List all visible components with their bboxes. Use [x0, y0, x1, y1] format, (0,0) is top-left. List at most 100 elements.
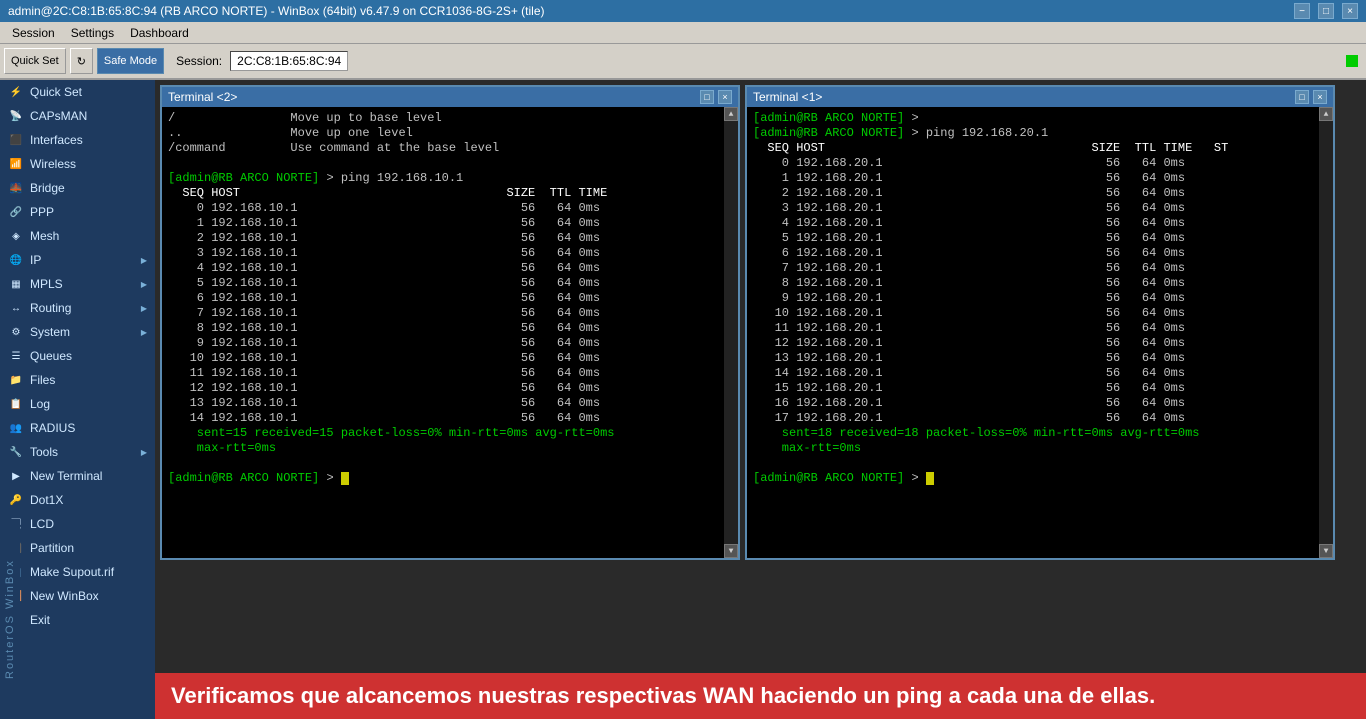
sidebar-item-files[interactable]: 📁Files — [0, 368, 155, 392]
menu-dashboard[interactable]: Dashboard — [122, 24, 197, 42]
sidebar-label-exit: Exit — [30, 613, 50, 627]
sidebar-item-ip[interactable]: 🌐 IP — [0, 248, 155, 272]
titlebar: admin@2C:C8:1B:65:8C:94 (RB ARCO NORTE) … — [0, 0, 1366, 22]
terminal-2-maximize[interactable]: □ — [700, 90, 714, 104]
sidebar-item-mesh[interactable]: ◈ Mesh — [0, 224, 155, 248]
terminal-2-titlebar[interactable]: Terminal <2> □ × — [162, 87, 738, 107]
terminal-1-title: Terminal <1> — [753, 90, 822, 104]
quick-set-button[interactable]: Quick Set — [4, 48, 66, 74]
terminal-2-body[interactable]: / Move up to base level .. Move up one l… — [162, 107, 724, 558]
system-icon: ⚙ — [8, 324, 24, 340]
terminal-1-maximize[interactable]: □ — [1295, 90, 1309, 104]
terminal-1-body[interactable]: [admin@RB ARCO NORTE] > [admin@RB ARCO N… — [747, 107, 1319, 558]
close-button[interactable]: × — [1342, 3, 1358, 19]
wireless-icon: 📶 — [8, 156, 24, 172]
terminal-1-window: Terminal <1> □ × [admin@RB ARCO NORTE] >… — [745, 85, 1335, 560]
toolbar: Quick Set ↻ Safe Mode Session: 2C:C8:1B:… — [0, 44, 1366, 80]
sidebar-item-system[interactable]: ⚙System — [0, 320, 155, 344]
sidebar-item-quick-set[interactable]: ⚡ Quick Set — [0, 80, 155, 104]
interfaces-icon: ⬛ — [8, 132, 24, 148]
sidebar-item-make-supout[interactable]: 📄Make Supout.rif — [0, 560, 155, 584]
sidebar-label-mpls: MPLS — [30, 277, 63, 291]
quick-set-icon: ⚡ — [8, 84, 24, 100]
queues-icon: ☰ — [8, 348, 24, 364]
sidebar-item-tools[interactable]: 🔧 Tools — [0, 440, 155, 464]
sidebar-item-new-winbox[interactable]: 🪟New WinBox — [0, 584, 155, 608]
sidebar-label-partition: Partition — [30, 541, 74, 555]
ip-icon: 🌐 — [8, 252, 24, 268]
sidebar-item-log[interactable]: 📋Log — [0, 392, 155, 416]
routeros-winbox-label: RouterOS WinBox — [0, 519, 20, 719]
terminal-2-close[interactable]: × — [718, 90, 732, 104]
maximize-button[interactable]: □ — [1318, 3, 1334, 19]
mpls-icon: ▦ — [8, 276, 24, 292]
sidebar-label-ip: IP — [30, 253, 41, 267]
new-terminal-icon: ▶ — [8, 468, 24, 484]
minimize-button[interactable]: − — [1294, 3, 1310, 19]
sidebar-item-capsman[interactable]: 📡CAPsMAN — [0, 104, 155, 128]
sidebar-label-new-winbox: New WinBox — [30, 589, 99, 603]
sidebar-label-quick-set: Quick Set — [30, 85, 82, 99]
sidebar-item-mpls[interactable]: ▦ MPLS — [0, 272, 155, 296]
sidebar-item-dot1x[interactable]: 🔑 Dot1X — [0, 488, 155, 512]
scroll-track[interactable] — [724, 121, 738, 544]
sidebar-label-dot1x: Dot1X — [30, 493, 63, 507]
sidebar-item-queues[interactable]: ☰ Queues — [0, 344, 155, 368]
ppp-icon: 🔗 — [8, 204, 24, 220]
sidebar-item-partition[interactable]: 💾Partition — [0, 536, 155, 560]
sidebar-item-lcd[interactable]: 🖥LCD — [0, 512, 155, 536]
sidebar-item-new-terminal[interactable]: ▶ New Terminal — [0, 464, 155, 488]
sidebar-item-exit[interactable]: ✖Exit — [0, 608, 155, 632]
terminal-1-titlebar[interactable]: Terminal <1> □ × — [747, 87, 1333, 107]
sidebar-item-routing[interactable]: ↔ Routing — [0, 296, 155, 320]
sidebar-item-ppp[interactable]: 🔗 PPP — [0, 200, 155, 224]
sidebar-label-make-supout: Make Supout.rif — [30, 565, 114, 579]
scroll-up-button[interactable]: ▲ — [724, 107, 738, 121]
content-area: Terminal <2> □ × / Move up to base level… — [155, 80, 1366, 719]
dot1x-icon: 🔑 — [8, 492, 24, 508]
terminal-2-title: Terminal <2> — [168, 90, 237, 104]
terminal-2-scrollbar[interactable]: ▲ ▼ — [724, 107, 738, 558]
terminal-1-scrollbar[interactable]: ▲ ▼ — [1319, 107, 1333, 558]
safe-mode-button[interactable]: Safe Mode — [97, 48, 164, 74]
log-icon: 📋 — [8, 396, 24, 412]
scroll-track[interactable] — [1319, 121, 1333, 544]
capsman-icon: 📡 — [8, 108, 24, 124]
sidebar-label-radius: RADIUS — [30, 421, 75, 435]
session-label: Session: — [176, 54, 222, 68]
titlebar-controls[interactable]: − □ × — [1294, 3, 1358, 19]
routing-icon: ↔ — [8, 300, 24, 316]
scroll-up-button[interactable]: ▲ — [1319, 107, 1333, 121]
main-area: ⚡ Quick Set 📡CAPsMAN ⬛ Interfaces 📶 Wireless 🌉B… — [0, 80, 1366, 719]
tools-icon: 🔧 — [8, 444, 24, 460]
menu-settings[interactable]: Settings — [63, 24, 122, 42]
sidebar-item-interfaces[interactable]: ⬛ Interfaces — [0, 128, 155, 152]
refresh-icon: ↻ — [77, 55, 86, 68]
sidebar-label-mesh: Mesh — [30, 229, 59, 243]
sidebar-item-bridge[interactable]: 🌉Bridge — [0, 176, 155, 200]
scroll-down-button[interactable]: ▼ — [1319, 544, 1333, 558]
mesh-icon: ◈ — [8, 228, 24, 244]
sidebar-label-new-terminal: New Terminal — [30, 469, 102, 483]
titlebar-title: admin@2C:C8:1B:65:8C:94 (RB ARCO NORTE) … — [8, 4, 545, 18]
sidebar-label-lcd: LCD — [30, 517, 54, 531]
sidebar-label-queues: Queues — [30, 349, 72, 363]
sidebar-label-ppp: PPP — [30, 205, 54, 219]
radius-icon: 👥 — [8, 420, 24, 436]
sidebar-label-wireless: Wireless — [30, 157, 76, 171]
connection-indicator — [1346, 55, 1358, 67]
sidebar-label-interfaces: Interfaces — [30, 133, 83, 147]
refresh-button[interactable]: ↻ — [70, 48, 93, 74]
terminal-2-controls[interactable]: □ × — [700, 90, 732, 104]
scroll-down-button[interactable]: ▼ — [724, 544, 738, 558]
menu-session[interactable]: Session — [4, 24, 63, 42]
terminal-1-close[interactable]: × — [1313, 90, 1327, 104]
sidebar-item-radius[interactable]: 👥 RADIUS — [0, 416, 155, 440]
sidebar: ⚡ Quick Set 📡CAPsMAN ⬛ Interfaces 📶 Wireless 🌉B… — [0, 80, 155, 719]
files-icon: 📁 — [8, 372, 24, 388]
sidebar-item-wireless[interactable]: 📶 Wireless — [0, 152, 155, 176]
sidebar-label-routing: Routing — [30, 301, 71, 315]
terminal-1-controls[interactable]: □ × — [1295, 90, 1327, 104]
sidebar-label-tools: Tools — [30, 445, 58, 459]
session-value: 2C:C8:1B:65:8C:94 — [230, 51, 348, 71]
